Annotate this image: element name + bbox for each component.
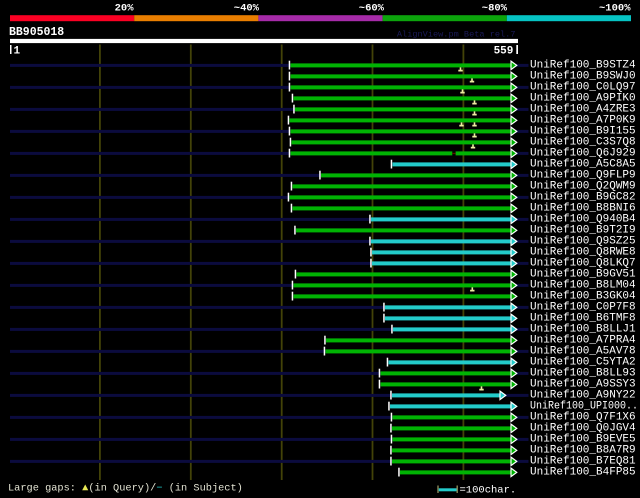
svg-text:~40%: ~40% [234, 3, 260, 15]
svg-text:~80%: ~80% [482, 3, 508, 15]
svg-text:~100%: ~100% [599, 3, 631, 15]
svg-text:BB905018: BB905018 [9, 26, 64, 39]
svg-text:~60%: ~60% [359, 3, 385, 15]
svg-text:UniRef100_B4FP85: UniRef100_B4FP85 [530, 467, 636, 479]
svg-text:1: 1 [14, 46, 21, 58]
svg-text:20%: 20% [115, 3, 135, 15]
svg-text:Large gaps: ▲(in Query)/− (in: Large gaps: ▲(in Query)/− (in Subject) [8, 483, 243, 495]
svg-text:AlignView.pm Beta rel.7: AlignView.pm Beta rel.7 [397, 29, 516, 39]
svg-text:=100char.: =100char. [460, 485, 517, 497]
svg-text:559: 559 [494, 46, 514, 58]
